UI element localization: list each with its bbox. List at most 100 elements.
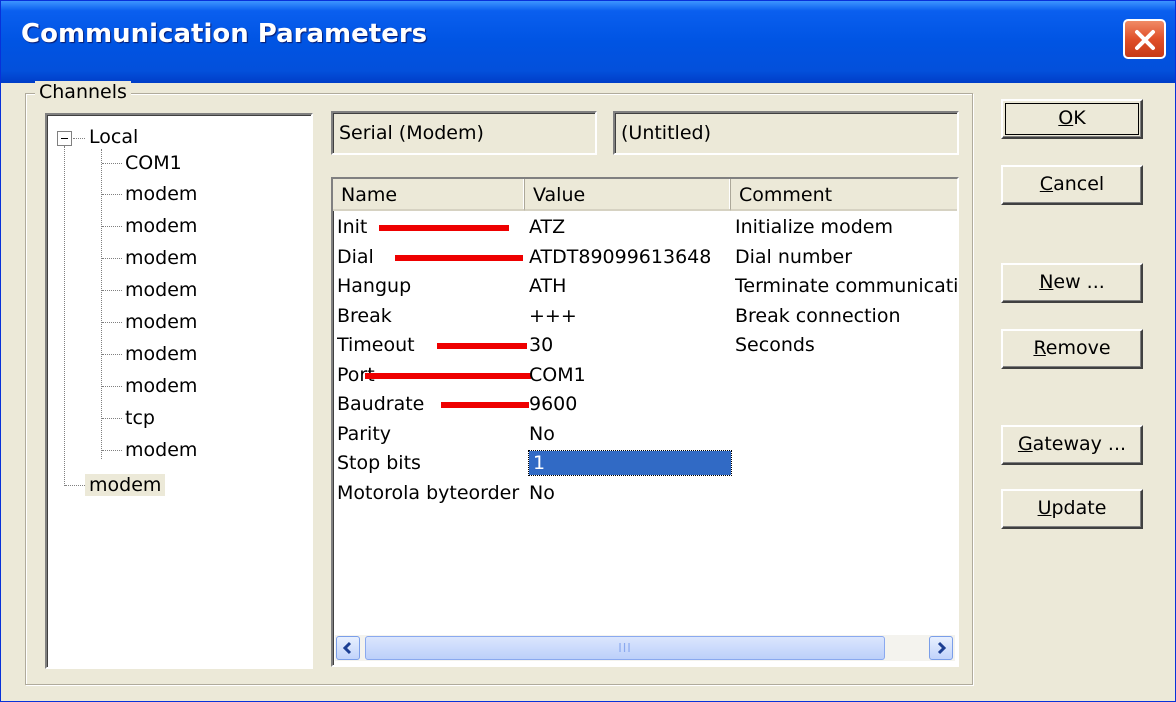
- param-comment: [735, 481, 957, 505]
- param-comment: Break connection: [735, 304, 901, 327]
- arrow-right-icon: [937, 641, 947, 655]
- param-comment: Dial number: [735, 245, 853, 268]
- channels-tree[interactable]: Local COM1 modem modem modem modem modem…: [45, 113, 313, 669]
- tree-node-label: modem: [125, 439, 198, 461]
- cancel-label: ancel: [1053, 173, 1105, 195]
- collapse-icon[interactable]: [57, 131, 72, 146]
- param-value[interactable]: COM1: [529, 363, 731, 387]
- tree-node-label: modem: [125, 311, 198, 333]
- tree-node-label: modem: [125, 343, 198, 365]
- tree-node-modem[interactable]: modem: [125, 372, 197, 400]
- communication-parameters-dialog: Communication Parameters Channels Local …: [0, 0, 1176, 702]
- tree-node-label: modem: [125, 183, 198, 205]
- tree-node-modem-selected[interactable]: modem: [85, 471, 166, 499]
- update-mnemonic: U: [1037, 497, 1052, 519]
- scroll-right-button[interactable]: [929, 636, 953, 660]
- table-row[interactable]: Baudrate 9600: [333, 392, 957, 416]
- param-name: Stop bits: [337, 452, 421, 474]
- window-title: Communication Parameters: [21, 19, 428, 49]
- tree-node-modem[interactable]: modem: [125, 308, 197, 336]
- gateway-mnemonic: G: [1017, 433, 1033, 455]
- tree-node-modem[interactable]: modem: [125, 212, 197, 240]
- param-comment: Seconds: [735, 334, 815, 356]
- redaction-bar: [437, 343, 527, 349]
- channel-type-field: Serial (Modem): [331, 111, 597, 155]
- table-row[interactable]: Dial ATDT89099613648 Dial number: [333, 245, 957, 269]
- param-comment: [735, 422, 957, 446]
- tree-node-label: modem: [125, 247, 198, 269]
- param-value[interactable]: 9600: [529, 392, 731, 416]
- table-row[interactable]: Port COM1: [333, 363, 957, 387]
- table-row[interactable]: Hangup ATH Terminate communicati: [333, 274, 957, 298]
- gateway-button[interactable]: Gateway ...: [1001, 425, 1143, 465]
- scroll-left-button[interactable]: [336, 636, 360, 660]
- param-name: Parity: [337, 422, 392, 445]
- tree-node-label: modem: [125, 215, 198, 237]
- param-value[interactable]: 1: [528, 450, 732, 476]
- param-comment: [735, 363, 957, 387]
- tree-node-label: modem: [85, 474, 166, 496]
- remove-label: emove: [1045, 337, 1111, 359]
- new-mnemonic: N: [1039, 271, 1054, 293]
- table-row[interactable]: Timeout 30 Seconds: [333, 333, 957, 357]
- tree-node-modem[interactable]: modem: [125, 180, 197, 208]
- ok-button[interactable]: OK: [1001, 99, 1143, 139]
- param-value[interactable]: ATH: [529, 274, 731, 298]
- column-header-value[interactable]: Value: [525, 179, 731, 211]
- channel-name-field: (Untitled): [613, 111, 959, 155]
- remove-button[interactable]: Remove: [1001, 329, 1143, 369]
- param-name: Hangup: [337, 275, 412, 297]
- tree-node-label: tcp: [125, 407, 155, 429]
- param-value[interactable]: +++: [529, 304, 731, 328]
- column-header-name[interactable]: Name: [333, 179, 525, 211]
- title-bar[interactable]: Communication Parameters: [1, 1, 1175, 83]
- update-button[interactable]: Update: [1001, 489, 1143, 529]
- cancel-button[interactable]: Cancel: [1001, 165, 1143, 205]
- table-row[interactable]: Motorola byteorder No: [333, 481, 957, 505]
- column-header-comment[interactable]: Comment: [731, 179, 957, 211]
- param-comment: [735, 451, 957, 475]
- horizontal-scrollbar[interactable]: III: [335, 635, 955, 661]
- update-label: pdate: [1051, 497, 1107, 519]
- scroll-thumb[interactable]: III: [365, 636, 885, 660]
- tree-node-com1[interactable]: COM1: [125, 149, 182, 177]
- param-value[interactable]: No: [529, 422, 731, 446]
- close-button[interactable]: [1123, 19, 1166, 59]
- channel-type: Serial (Modem): [339, 122, 484, 144]
- tree-node-label: Local: [89, 126, 139, 148]
- tree-node-modem[interactable]: modem: [125, 436, 197, 464]
- new-button[interactable]: New ...: [1001, 263, 1143, 303]
- tree-node-modem[interactable]: modem: [125, 340, 197, 368]
- param-name: Motorola byteorder: [337, 481, 520, 504]
- redaction-bar: [395, 254, 523, 261]
- param-value[interactable]: ATDT89099613648: [529, 245, 731, 269]
- param-comment: [735, 392, 957, 416]
- table-row[interactable]: Stop bits 1: [333, 450, 957, 476]
- table-row[interactable]: Parity No: [333, 422, 957, 446]
- param-comment: Initialize modem: [735, 216, 893, 238]
- tree-node-label: modem: [125, 279, 198, 301]
- close-icon: [1135, 30, 1155, 50]
- remove-mnemonic: R: [1033, 337, 1046, 359]
- table-row[interactable]: Break +++ Break connection: [333, 304, 957, 328]
- gateway-label: ateway ...: [1032, 433, 1127, 455]
- tree-node-modem[interactable]: modem: [125, 276, 197, 304]
- param-value[interactable]: No: [529, 481, 731, 505]
- parameters-list[interactable]: Name Value Comment Init ATZ Initialize mod…: [331, 177, 959, 667]
- redaction-bar: [365, 372, 531, 379]
- cancel-mnemonic: C: [1039, 173, 1054, 195]
- tree-node-local[interactable]: Local: [89, 123, 138, 151]
- tree-node-modem[interactable]: modem: [125, 244, 197, 272]
- tree-node-tcp[interactable]: tcp: [125, 404, 155, 432]
- param-comment: Terminate communicati: [735, 275, 957, 297]
- channels-group-label: Channels: [35, 81, 131, 103]
- param-value[interactable]: ATZ: [529, 215, 731, 239]
- param-name: Break: [337, 304, 392, 327]
- list-header: Name Value Comment: [333, 179, 957, 211]
- channel-name: (Untitled): [621, 122, 711, 144]
- ok-mnemonic: O: [1058, 107, 1074, 129]
- param-value[interactable]: 30: [529, 333, 731, 357]
- arrow-left-icon: [342, 641, 352, 655]
- redaction-bar: [379, 225, 509, 231]
- table-row[interactable]: Init ATZ Initialize modem: [333, 215, 957, 239]
